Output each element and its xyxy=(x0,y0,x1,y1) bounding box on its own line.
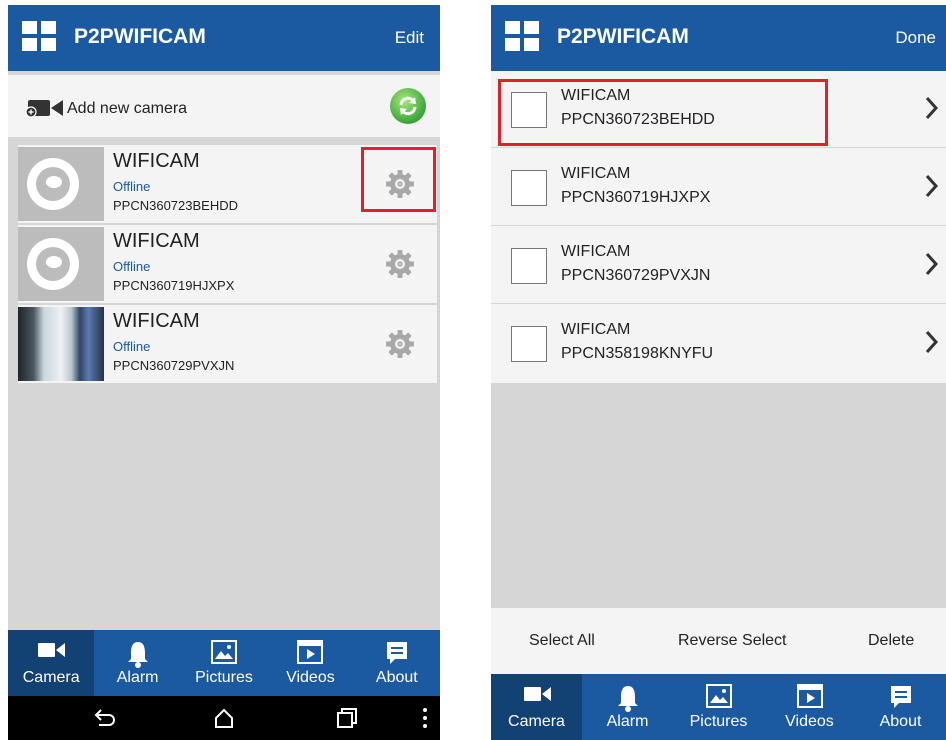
gear-icon[interactable] xyxy=(385,329,415,359)
tab-camera[interactable]: Camera xyxy=(491,674,582,740)
add-camera-row[interactable]: Add new camera xyxy=(8,75,440,137)
tab-pictures[interactable]: Pictures xyxy=(673,674,764,740)
camera-thumbnail xyxy=(18,227,104,301)
camera-snapshot xyxy=(18,307,104,381)
tab-camera[interactable]: Camera xyxy=(8,630,95,696)
chevron-right-icon[interactable] xyxy=(924,251,940,277)
select-camera-row[interactable]: WIFICAM PPCN360719HJXPX xyxy=(491,149,946,226)
tab-label: Camera xyxy=(508,713,565,730)
select-all-button[interactable]: Select All xyxy=(529,632,595,650)
app-title: P2PWIFICAM xyxy=(557,25,689,48)
bell-icon xyxy=(127,642,148,668)
add-camera-icon xyxy=(25,100,63,117)
highlight-box xyxy=(498,79,828,146)
add-camera-label: Add new camera xyxy=(67,100,188,117)
lens-icon xyxy=(27,158,79,210)
camera-uid: PPCN360719HJXPX xyxy=(113,278,235,293)
left-phone-screen: P2PWIFICAM Edit Add new camera WIFICAM O… xyxy=(8,5,440,740)
camera-uid: PPCN358198KNYFU xyxy=(561,345,714,362)
film-icon xyxy=(297,640,324,664)
delete-button[interactable]: Delete xyxy=(868,632,914,650)
select-camera-row[interactable]: WIFICAM PPCN358198KNYFU xyxy=(491,305,946,382)
tab-about[interactable]: About xyxy=(354,630,440,696)
refresh-icon[interactable] xyxy=(390,88,426,124)
camera-uid: PPCN360729PVXJN xyxy=(561,267,711,284)
tab-label: Alarm xyxy=(116,669,159,686)
camera-name: WIFICAM xyxy=(561,165,631,182)
row-checkbox[interactable] xyxy=(511,170,547,206)
gear-icon[interactable] xyxy=(385,249,415,279)
highlight-box xyxy=(361,147,436,212)
camera-icon xyxy=(38,643,66,657)
tab-label: Videos xyxy=(785,713,834,730)
tab-label: Videos xyxy=(286,669,335,686)
camera-uid: PPCN360719HJXPX xyxy=(561,189,711,206)
selection-action-bar: Select All Reverse Select Delete xyxy=(491,608,946,674)
tab-pictures[interactable]: Pictures xyxy=(181,630,267,696)
edit-button[interactable]: Edit xyxy=(395,28,424,48)
camera-uid: PPCN360729PVXJN xyxy=(113,358,235,373)
android-nav-bar xyxy=(8,696,440,740)
app-logo-icon xyxy=(22,21,58,53)
app-title: P2PWIFICAM xyxy=(74,25,206,48)
recents-icon[interactable] xyxy=(336,707,358,729)
home-icon[interactable] xyxy=(213,707,235,729)
row-checkbox[interactable] xyxy=(511,326,547,362)
picture-icon xyxy=(211,640,238,664)
camera-status: Offline xyxy=(113,339,151,354)
select-camera-row[interactable]: WIFICAM PPCN360729PVXJN xyxy=(491,227,946,304)
message-icon xyxy=(386,642,407,664)
message-icon xyxy=(890,686,911,708)
tab-videos[interactable]: Videos xyxy=(267,630,353,696)
tab-label: Camera xyxy=(22,669,80,686)
tab-label: Pictures xyxy=(195,669,253,686)
bell-icon xyxy=(617,686,638,712)
bottom-tab-bar: Camera Alarm Pictures Videos About xyxy=(491,674,946,740)
more-icon[interactable] xyxy=(421,707,429,729)
reverse-select-button[interactable]: Reverse Select xyxy=(678,632,787,650)
app-header: P2PWIFICAM Done xyxy=(491,5,946,71)
camera-name: WIFICAM xyxy=(561,321,631,338)
tab-alarm[interactable]: Alarm xyxy=(582,674,673,740)
camera-status: Offline xyxy=(113,179,151,194)
row-checkbox[interactable] xyxy=(511,248,547,284)
chevron-right-icon[interactable] xyxy=(924,329,940,355)
camera-name: WIFICAM xyxy=(113,150,200,172)
tab-alarm[interactable]: Alarm xyxy=(94,630,180,696)
camera-uid: PPCN360723BEHDD xyxy=(113,198,239,213)
camera-row[interactable]: WIFICAM Offline PPCN360719HJXPX xyxy=(18,225,437,303)
camera-status: Offline xyxy=(113,259,151,274)
bottom-tab-bar: Camera Alarm Pictures Videos About xyxy=(8,630,440,696)
camera-name: WIFICAM xyxy=(113,230,200,252)
app-header: P2PWIFICAM Edit xyxy=(8,5,440,71)
app-logo-icon xyxy=(505,21,541,53)
camera-name: WIFICAM xyxy=(113,310,200,332)
camera-thumbnail xyxy=(18,147,104,221)
tab-about[interactable]: About xyxy=(855,674,946,740)
tab-label: About xyxy=(375,669,418,686)
tab-videos[interactable]: Videos xyxy=(764,674,855,740)
tab-label: About xyxy=(879,713,922,730)
film-icon xyxy=(796,684,823,708)
chevron-right-icon[interactable] xyxy=(924,173,940,199)
camera-name: WIFICAM xyxy=(561,243,631,260)
back-icon[interactable] xyxy=(93,707,117,729)
tab-label: Alarm xyxy=(606,713,649,730)
picture-icon xyxy=(705,684,732,708)
select-camera-list: WIFICAM PPCN360723BEHDD WIFICAM PPCN3607… xyxy=(491,71,946,383)
done-button[interactable]: Done xyxy=(895,28,936,48)
tab-label: Pictures xyxy=(689,713,748,730)
camera-icon xyxy=(523,687,551,701)
camera-list-area: Add new camera WIFICAM Offline PPCN36072… xyxy=(8,71,440,630)
camera-row[interactable]: WIFICAM Offline PPCN360729PVXJN xyxy=(18,305,437,383)
right-phone-screen: P2PWIFICAM Done WIFICAM PPCN360723BEHDD … xyxy=(491,5,946,740)
chevron-right-icon[interactable] xyxy=(924,95,940,121)
lens-icon xyxy=(27,238,79,290)
